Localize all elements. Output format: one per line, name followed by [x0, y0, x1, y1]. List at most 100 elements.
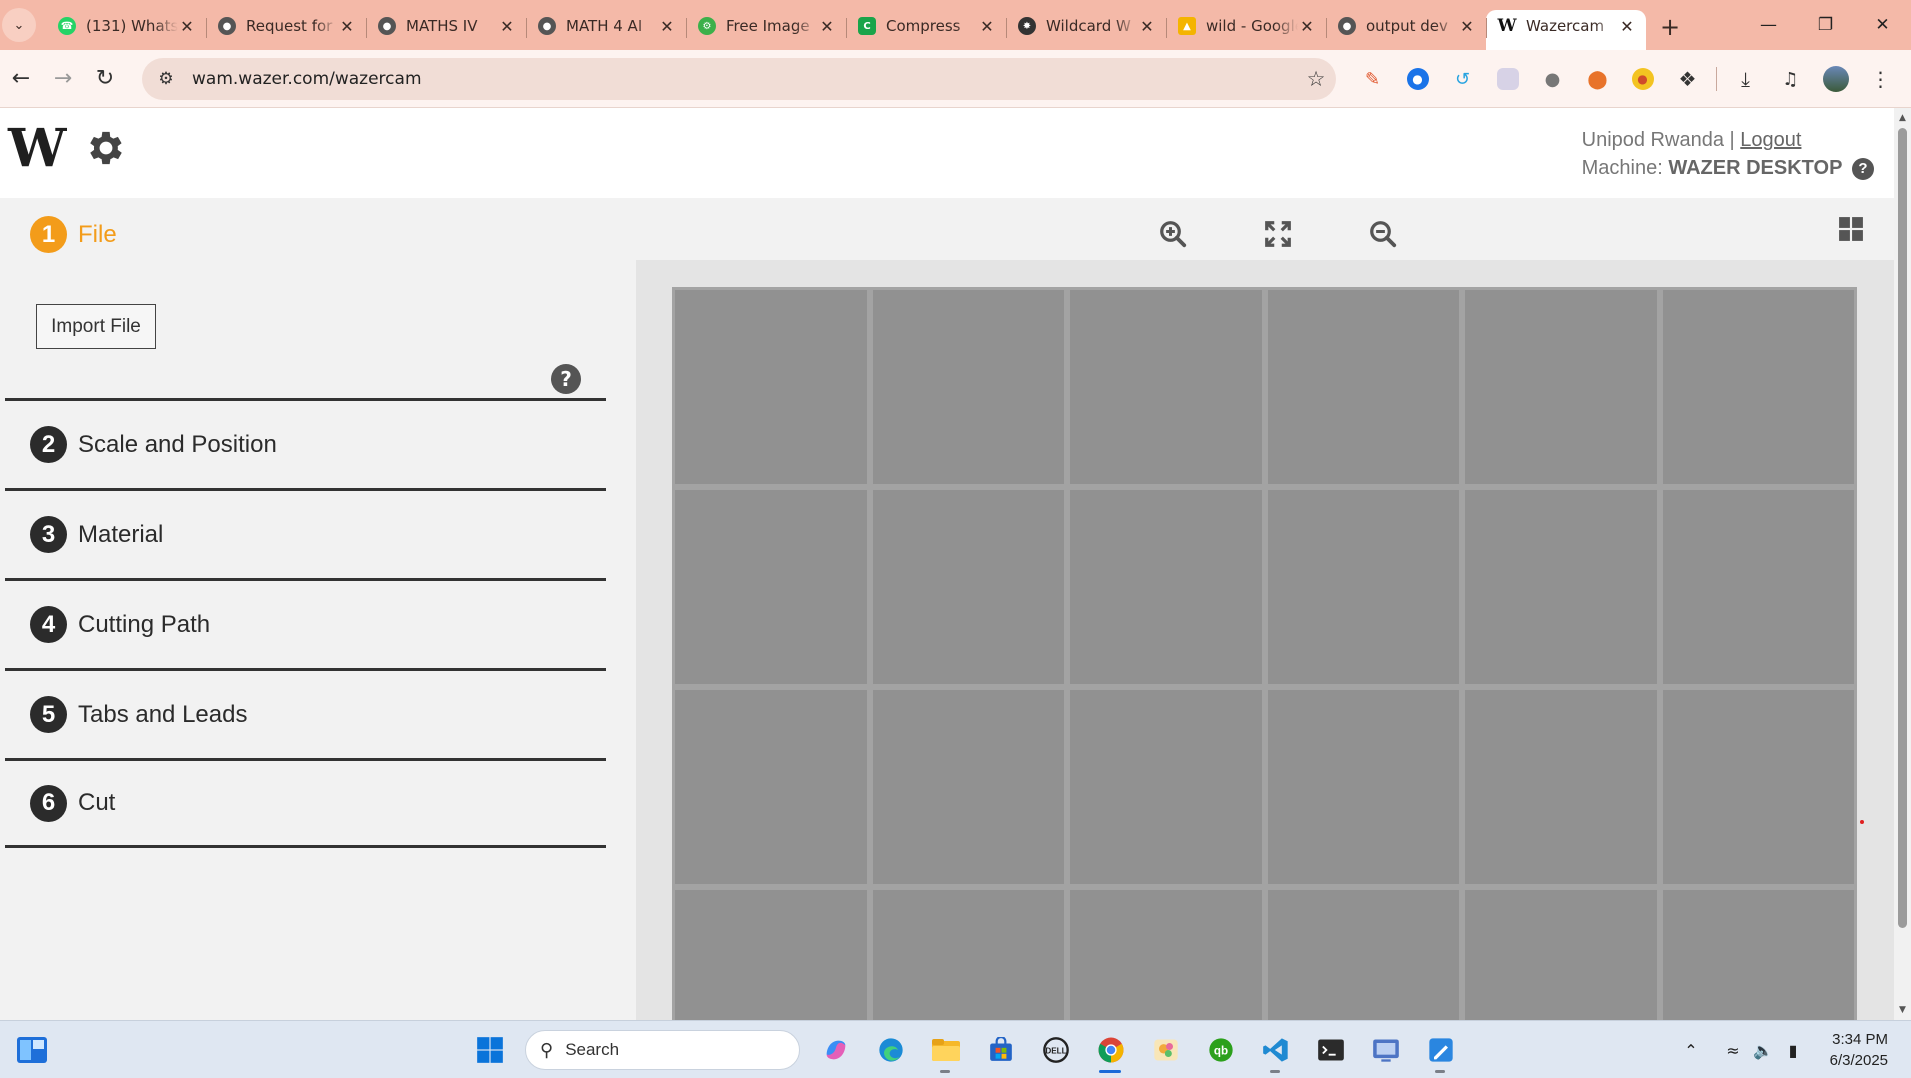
machine-name[interactable]: WAZER DESKTOP: [1668, 157, 1842, 179]
tab-close-icon[interactable]: ✕: [1618, 17, 1636, 36]
zoom-in-icon[interactable]: [1120, 212, 1225, 256]
step-number-badge: 2: [30, 426, 67, 463]
url-text[interactable]: wam.wazer.com/wazercam: [192, 69, 1296, 89]
step-file[interactable]: 1 File: [30, 216, 117, 253]
file-help-icon[interactable]: ?: [551, 364, 581, 394]
step-cut[interactable]: 6 Cut: [5, 758, 606, 848]
browser-tab[interactable]: ▲ wild - Google ✕: [1166, 10, 1326, 50]
grid-extension-icon[interactable]: [1485, 58, 1530, 100]
tab-search-chevron-icon[interactable]: ⌄: [2, 8, 36, 42]
photos-icon[interactable]: [1138, 1025, 1193, 1075]
globe-extension-icon[interactable]: ●: [1530, 58, 1575, 100]
address-bar[interactable]: ⚙ wam.wazer.com/wazercam ☆: [142, 58, 1336, 100]
taskbar-search-box[interactable]: ⚲ Search: [525, 1030, 800, 1070]
close-window-icon[interactable]: ✕: [1854, 0, 1911, 50]
sync-extension-icon[interactable]: ↺: [1440, 58, 1485, 100]
wifi-icon[interactable]: ≈: [1718, 1041, 1748, 1060]
copilot-icon[interactable]: [808, 1025, 863, 1075]
grid-view-icon[interactable]: [1838, 216, 1864, 242]
file-explorer-icon[interactable]: [918, 1025, 973, 1075]
step-scale-and-position[interactable]: 2 Scale and Position: [5, 398, 606, 488]
step-tabs-and-leads[interactable]: 5 Tabs and Leads: [5, 668, 606, 758]
chrome-icon[interactable]: [1083, 1025, 1138, 1075]
browser-tab[interactable]: ● MATH 4 AI ✕: [526, 10, 686, 50]
forward-arrow-icon[interactable]: →: [42, 58, 84, 100]
new-tab-plus-icon[interactable]: +: [1652, 9, 1688, 45]
browser-tab[interactable]: C Compress ✕: [846, 10, 1006, 50]
bed-grid-cell: [675, 690, 867, 884]
bed-grid-cell: [1070, 890, 1262, 1020]
profile-avatar[interactable]: [1813, 58, 1858, 100]
wazer-logo[interactable]: W: [8, 123, 66, 175]
terminal-icon[interactable]: [1303, 1025, 1358, 1075]
scroll-up-arrow-icon[interactable]: ▲: [1894, 110, 1911, 126]
browser-tab[interactable]: ● output dev ✕: [1326, 10, 1486, 50]
reload-icon[interactable]: ↻: [84, 58, 126, 100]
import-file-button[interactable]: Import File: [36, 304, 156, 349]
browser-tab[interactable]: ● MATHS IV ✕: [366, 10, 526, 50]
view-tools: [1120, 212, 1435, 256]
restore-icon[interactable]: ❐: [1797, 0, 1854, 50]
settings-gear-icon[interactable]: [84, 126, 128, 170]
zoom-out-icon[interactable]: [1330, 212, 1435, 256]
scroll-down-arrow-icon[interactable]: ▼: [1894, 1002, 1911, 1018]
tab-close-icon[interactable]: ✕: [1298, 17, 1316, 36]
edge-browser-icon[interactable]: [863, 1025, 918, 1075]
step-label: Scale and Position: [78, 430, 277, 458]
tab-close-icon[interactable]: ✕: [818, 17, 836, 36]
shield-extension-icon[interactable]: ⬤: [1575, 58, 1620, 100]
browser-tab[interactable]: ● Request for ✕: [206, 10, 366, 50]
step-label: Cutting Path: [78, 610, 211, 638]
scrollbar-thumb[interactable]: [1898, 128, 1907, 928]
battery-icon[interactable]: ▮: [1778, 1041, 1808, 1060]
browser-tab[interactable]: ✸ Wildcard W ✕: [1006, 10, 1166, 50]
tab-close-icon[interactable]: ✕: [1138, 17, 1156, 36]
tab-close-icon[interactable]: ✕: [978, 17, 996, 36]
browser-tab-active[interactable]: W Wazercam ✕: [1486, 10, 1646, 50]
step-cutting-path[interactable]: 4 Cutting Path: [5, 578, 606, 668]
page-scrollbar[interactable]: ▲ ▼: [1894, 108, 1911, 1020]
bed-grid-cell: [1465, 490, 1657, 684]
taskbar-clock[interactable]: 3:34 PM 6/3/2025: [1820, 1029, 1888, 1071]
tab-close-icon[interactable]: ✕: [498, 17, 516, 36]
coin-extension-icon[interactable]: ●: [1620, 58, 1665, 100]
paint-app-icon[interactable]: [1413, 1025, 1468, 1075]
account-separator: |: [1729, 129, 1735, 151]
bed-grid-cell: [1267, 690, 1459, 884]
drop-extension-icon[interactable]: ●: [1395, 58, 1440, 100]
bookmark-star-icon[interactable]: ☆: [1296, 67, 1336, 91]
pen-extension-icon[interactable]: ✎: [1350, 58, 1395, 100]
tab-close-icon[interactable]: ✕: [1458, 17, 1476, 36]
browser-tab[interactable]: ☎ (131) WhatsApp ✕: [46, 10, 206, 50]
search-icon: ⚲: [540, 1039, 554, 1060]
media-control-icon[interactable]: ♫: [1768, 58, 1813, 100]
step-material[interactable]: 3 Material: [5, 488, 606, 578]
puzzle-extensions-icon[interactable]: ❖: [1665, 58, 1710, 100]
browser-tab[interactable]: ⚙ Free Image ✕: [686, 10, 846, 50]
bed-grid-cell: [675, 890, 867, 1020]
vscode-icon[interactable]: [1248, 1025, 1303, 1075]
machine-help-icon[interactable]: ?: [1852, 157, 1874, 180]
download-icon[interactable]: ⤓: [1723, 58, 1768, 100]
tab-title: wild - Google: [1206, 17, 1298, 35]
widgets-icon[interactable]: [16, 1035, 48, 1065]
site-info-icon[interactable]: ⚙: [146, 69, 186, 89]
dell-icon[interactable]: DELL: [1028, 1025, 1083, 1075]
fit-to-screen-icon[interactable]: [1225, 212, 1330, 256]
remote-desktop-icon[interactable]: [1358, 1025, 1413, 1075]
tab-close-icon[interactable]: ✕: [178, 17, 196, 36]
tab-close-icon[interactable]: ✕: [658, 17, 676, 36]
cutting-canvas[interactable]: [636, 260, 1894, 1020]
microsoft-store-icon[interactable]: [973, 1025, 1028, 1075]
logout-link[interactable]: Logout: [1740, 129, 1801, 151]
windows-start-icon[interactable]: [462, 1025, 517, 1075]
minimize-icon[interactable]: —: [1740, 0, 1797, 50]
back-arrow-icon[interactable]: ←: [0, 58, 42, 100]
volume-icon[interactable]: 🔈: [1748, 1041, 1778, 1060]
show-hidden-icons-chevron-icon[interactable]: ⌃: [1676, 1041, 1706, 1060]
tab-close-icon[interactable]: ✕: [338, 17, 356, 36]
tab-title: Request for: [246, 17, 333, 35]
kebab-menu-icon[interactable]: ⋮: [1858, 58, 1903, 100]
quickbooks-icon[interactable]: qb: [1193, 1025, 1248, 1075]
cutting-bed-grid[interactable]: [672, 287, 1857, 1020]
